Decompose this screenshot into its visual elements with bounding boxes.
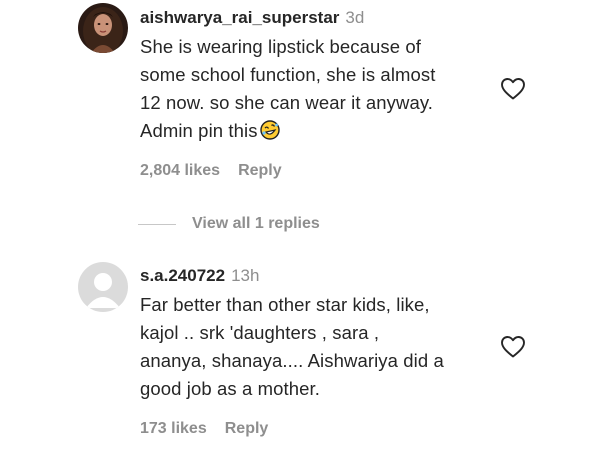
comment-time: 13h bbox=[231, 266, 260, 285]
comment-text-line: Far better than other star kids, like, bbox=[140, 294, 430, 315]
comment-text-line: good job as a mother. bbox=[140, 378, 321, 399]
comment-meta: 2,804 likes Reply bbox=[140, 162, 282, 180]
likes-count[interactable]: 173 likes bbox=[140, 420, 207, 437]
avatar[interactable] bbox=[78, 262, 128, 312]
comment-username[interactable]: aishwarya_rai_superstar 3d bbox=[140, 8, 364, 28]
rolling-on-floor-laughing-emoji-icon bbox=[259, 120, 280, 140]
view-replies-link[interactable]: View all 1 replies bbox=[192, 215, 320, 233]
replies-divider bbox=[138, 223, 176, 225]
comment-time: 3d bbox=[345, 8, 365, 27]
comment-text-line: some school function, she is almost bbox=[140, 64, 436, 85]
comment-text-line: kajol .. srk 'daughters , sara , bbox=[140, 322, 380, 343]
comment-text-line: 12 now. so she can wear it anyway. bbox=[140, 92, 434, 113]
comment-text-fragment: Admin pin this bbox=[140, 120, 258, 141]
avatar[interactable] bbox=[78, 3, 128, 53]
like-heart-icon[interactable] bbox=[500, 77, 526, 101]
reply-button[interactable]: Reply bbox=[238, 162, 282, 179]
default-avatar-icon bbox=[78, 262, 128, 312]
like-heart-icon[interactable] bbox=[500, 335, 526, 359]
profile-photo-icon bbox=[78, 3, 128, 53]
comment-username[interactable]: s.a.240722 13h bbox=[140, 266, 259, 286]
reply-button[interactable]: Reply bbox=[225, 420, 269, 437]
likes-count[interactable]: 2,804 likes bbox=[140, 162, 220, 179]
view-replies-row[interactable]: View all 1 replies bbox=[138, 212, 320, 236]
comment-text-line: She is wearing lipstick because of bbox=[140, 36, 422, 57]
comment-text-line-with-emoji: Admin pin this bbox=[140, 120, 280, 142]
comment-meta: 173 likes Reply bbox=[140, 420, 268, 438]
comment-text-line: ananya, shanaya.... Aishwariya did a bbox=[140, 350, 444, 371]
